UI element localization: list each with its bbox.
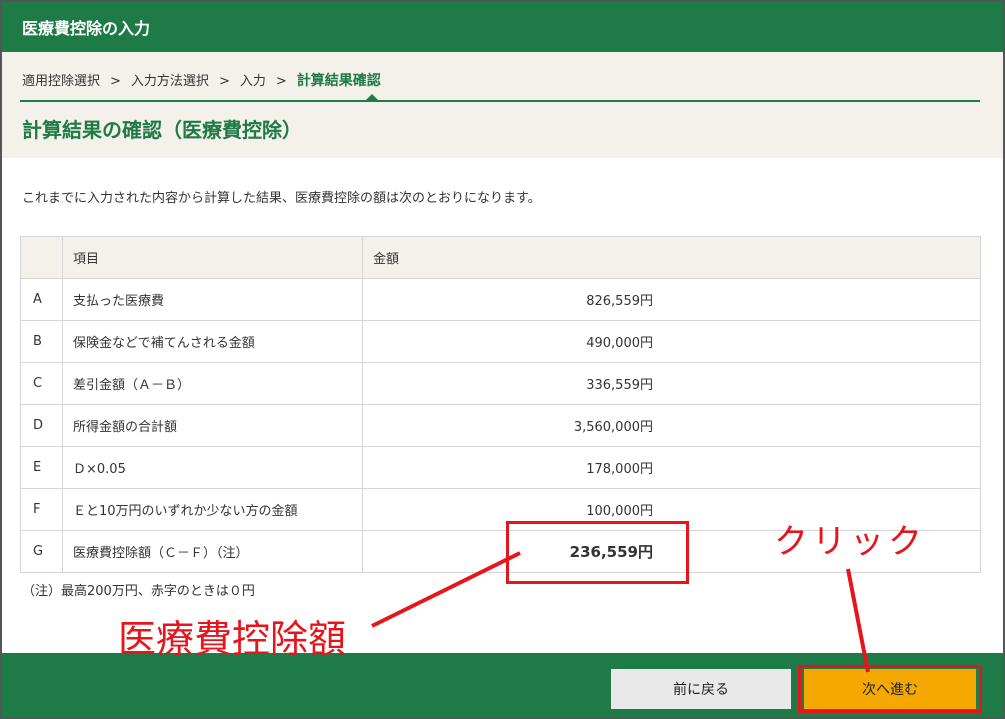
window-title: 医療費控除の入力 [22, 19, 151, 38]
table-row: B 保険金などで補てんされる金額 490,000円 [20, 320, 981, 363]
next-button-highlight-box [798, 665, 982, 713]
row-amount-cell: 336,559円 [362, 362, 981, 405]
amount-highlight-box [506, 521, 689, 584]
row-amount: 100,000円 [586, 504, 653, 519]
row-amount-cell: 178,000円 [362, 446, 981, 489]
row-key: E [20, 446, 63, 489]
row-key: G [20, 530, 63, 573]
row-key: F [20, 488, 63, 531]
breadcrumb-item-input: 入力 [239, 74, 266, 89]
row-item: Ｄ×0.05 [62, 446, 363, 489]
deduction-annotation: 医療費控除額 [118, 617, 347, 661]
breadcrumb-item-current: 計算結果確認 [296, 73, 381, 89]
footnote: （注）最高200万円、赤字のときは０円 [22, 584, 255, 599]
row-amount-cell: 490,000円 [362, 320, 981, 363]
back-button[interactable]: 前に戻る [611, 669, 791, 709]
row-key: B [20, 320, 63, 363]
row-item: 保険金などで補てんされる金額 [62, 320, 363, 363]
row-item: 支払った医療費 [62, 278, 363, 321]
row-item: 所得金額の合計額 [62, 404, 363, 447]
header-item: 項目 [62, 236, 363, 279]
row-key: C [20, 362, 63, 405]
row-amount: 336,559円 [586, 378, 653, 393]
breadcrumb-separator: > [218, 74, 230, 89]
row-amount: 178,000円 [586, 462, 653, 477]
table-row: E Ｄ×0.05 178,000円 [20, 446, 981, 489]
table-row: C 差引金額（Ａ－Ｂ） 336,559円 [20, 362, 981, 405]
table-header-row: 項目 金額 [20, 236, 981, 279]
breadcrumb-separator: > [275, 74, 287, 89]
breadcrumb: 適用控除選択 > 入力方法選択 > 入力 > 計算結果確認 [22, 70, 381, 90]
row-key: D [20, 404, 63, 447]
breadcrumb-separator: > [110, 74, 121, 89]
row-item: Ｅと10万円のいずれか少ない方の金額 [62, 488, 363, 531]
row-amount: 490,000円 [586, 336, 653, 351]
table-row: D 所得金額の合計額 3,560,000円 [20, 404, 981, 447]
row-amount-cell: 3,560,000円 [362, 404, 981, 447]
row-amount-cell: 826,559円 [362, 278, 981, 321]
subheader: 適用控除選択 > 入力方法選択 > 入力 > 計算結果確認 計算結果の確認（医療費控除） [0, 52, 1005, 158]
row-key: A [20, 278, 63, 321]
header-amount: 金額 [362, 236, 981, 279]
intro-text: これまでに入力された内容から計算した結果、医療費控除の額は次のとおりになります。 [22, 191, 541, 206]
row-item: 差引金額（Ａ－Ｂ） [62, 362, 363, 405]
row-item: 医療費控除額（Ｃ－Ｆ）（注） [62, 530, 363, 573]
row-amount: 3,560,000円 [573, 420, 653, 435]
page-title: 計算結果の確認（医療費控除） [22, 118, 302, 142]
click-annotation: クリック [774, 522, 926, 562]
breadcrumb-underline [20, 100, 980, 102]
breadcrumb-item-input-method: 入力方法選択 [130, 74, 209, 89]
breadcrumb-item-select-deduction: 適用控除選択 [22, 74, 101, 89]
header-key-cell [20, 236, 63, 279]
header-bar: 医療費控除の入力 [0, 0, 1005, 52]
row-amount: 826,559円 [586, 294, 653, 309]
table-row: A 支払った医療費 826,559円 [20, 278, 981, 321]
